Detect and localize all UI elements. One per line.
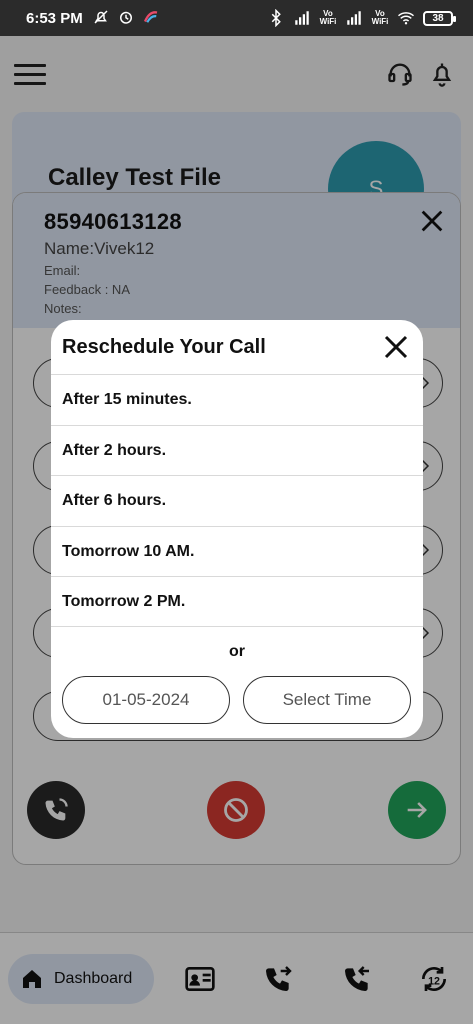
option-15-minutes[interactable]: After 15 minutes. <box>51 374 423 425</box>
signal-icon <box>295 11 309 25</box>
app-logo-icon <box>143 11 158 23</box>
signal-icon <box>347 11 361 25</box>
vowifi-indicator: Vo WiFi <box>371 9 389 26</box>
option-tomorrow-2pm[interactable]: Tomorrow 2 PM. <box>51 576 423 627</box>
status-right-icons: Vo WiFi Vo WiFi 38 <box>267 9 456 27</box>
time-picker-button[interactable]: Select Time <box>243 676 411 724</box>
option-6-hours[interactable]: After 6 hours. <box>51 475 423 526</box>
battery-indicator: 38 <box>423 10 456 26</box>
reschedule-dialog: Reschedule Your Call After 15 minutes. A… <box>51 320 423 738</box>
option-2-hours[interactable]: After 2 hours. <box>51 424 423 476</box>
alarm-icon <box>120 11 132 24</box>
status-left-icons <box>92 8 160 26</box>
status-bar: 6:53 PM Vo WiFi Vo WiFi 38 <box>0 0 473 36</box>
reschedule-options: After 15 minutes. After 2 hours. After 6… <box>51 374 423 627</box>
option-tomorrow-10am[interactable]: Tomorrow 10 AM. <box>51 525 423 577</box>
or-separator: or <box>229 643 245 660</box>
status-time: 6:53 PM <box>26 10 83 27</box>
bluetooth-icon <box>271 9 281 27</box>
close-icon[interactable] <box>381 332 411 362</box>
silent-notification-icon <box>94 10 108 24</box>
dialog-title: Reschedule Your Call <box>62 336 266 358</box>
date-picker-button[interactable]: 01-05-2024 <box>62 676 230 724</box>
vowifi-indicator: Vo WiFi <box>319 9 337 26</box>
wifi-icon <box>398 12 414 25</box>
